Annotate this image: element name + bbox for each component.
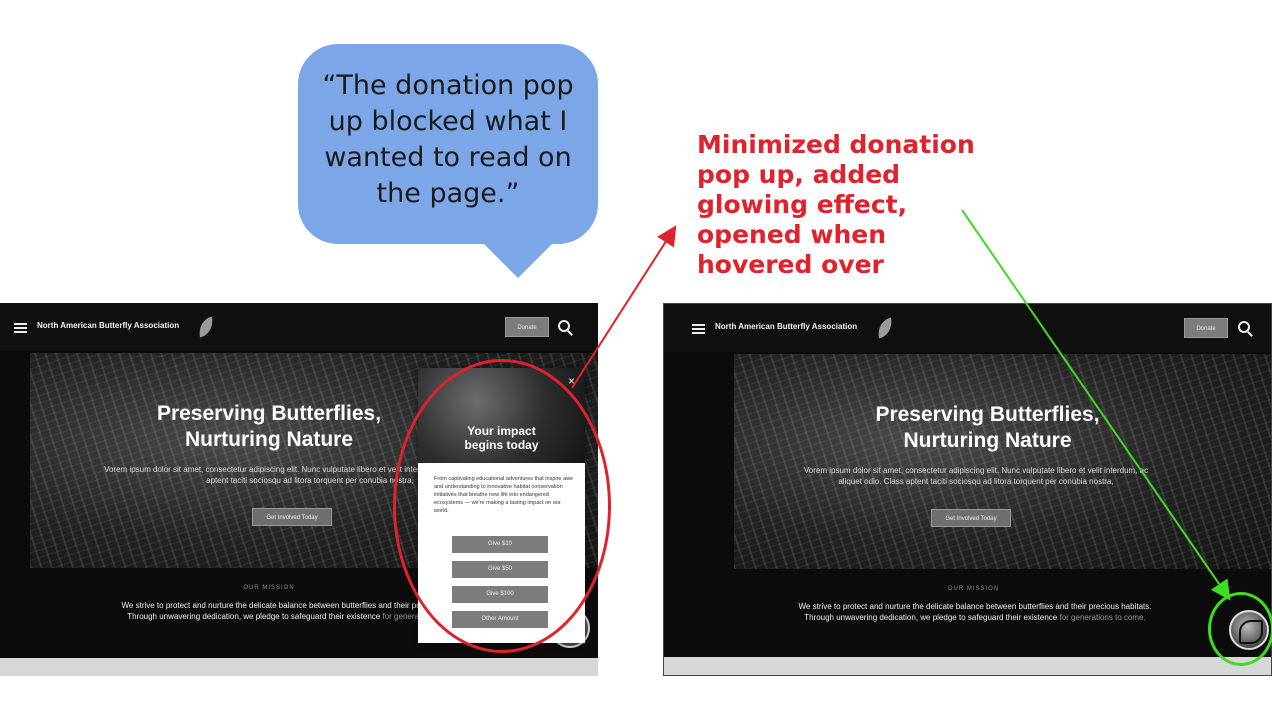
butterfly-logo-icon (875, 317, 895, 339)
get-involved-button[interactable]: Get Involved Today (252, 508, 332, 526)
site-brand[interactable]: North American Butterfly Association (37, 321, 179, 330)
navbar: North American Butterfly Association Don… (0, 303, 598, 351)
hero-title-line1: Preserving Butterflies, (875, 403, 1100, 426)
site-brand[interactable]: North American Butterfly Association (715, 322, 857, 331)
hero-banner (734, 354, 1271, 569)
navbar: North American Butterfly Association Don… (664, 304, 1271, 352)
page-footer (664, 657, 1271, 675)
minimized-highlight-ring (1208, 592, 1272, 666)
hamburger-menu-icon[interactable] (14, 323, 27, 333)
get-involved-button[interactable]: Get Involved Today (931, 509, 1011, 527)
speech-bubble-tail (480, 240, 556, 278)
comparison-canvas: “The donation pop up blocked what I want… (0, 0, 1272, 719)
donate-button[interactable]: Donate (1184, 318, 1228, 338)
search-icon[interactable] (558, 320, 570, 332)
mission-text: We strive to protect and nurture the del… (795, 601, 1155, 623)
donate-button[interactable]: Donate (505, 317, 549, 337)
feedback-quote: “The donation pop up blocked what I want… (322, 70, 574, 209)
close-icon[interactable]: × (568, 374, 575, 388)
after-screenshot: North American Butterfly Association Don… (663, 303, 1272, 676)
mission-text-dim: for generations to come. (1059, 613, 1146, 622)
hero-title-line2: Nurturing Nature (903, 429, 1072, 452)
popup-highlight-ring (393, 359, 611, 653)
hamburger-menu-icon[interactable] (692, 324, 705, 334)
hero-body: Vorem ipsum dolor sit amet, consectetur … (803, 466, 1149, 486)
butterfly-logo-icon (196, 316, 216, 338)
search-icon[interactable] (1238, 321, 1250, 333)
change-annotation: Minimized donation pop up, added glowing… (697, 130, 975, 279)
hero-title: Preserving Butterflies, Nurturing Nature (704, 402, 1271, 454)
mission-label: OUR MISSION (947, 586, 1000, 592)
page-footer (0, 658, 598, 676)
